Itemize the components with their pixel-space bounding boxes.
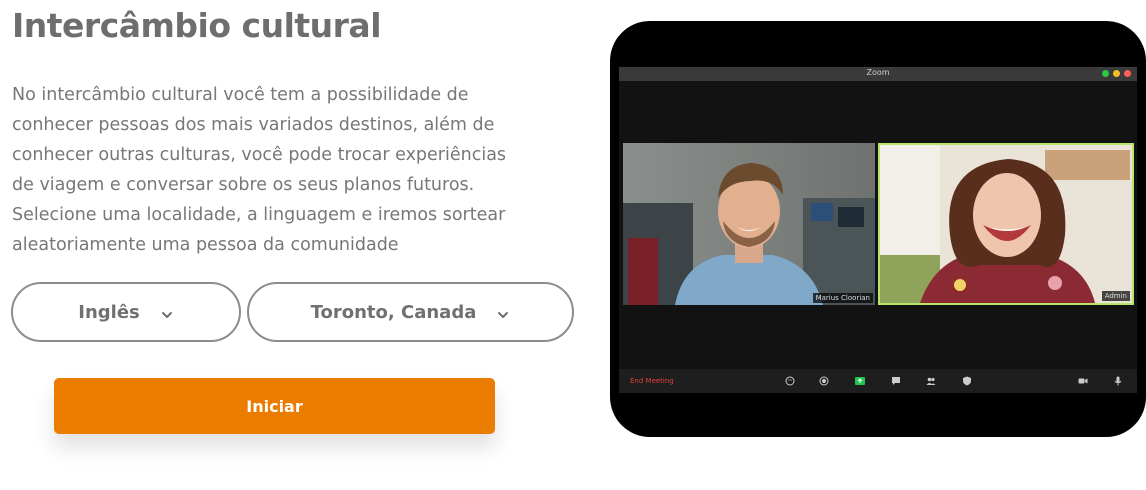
start-button[interactable]: Iniciar <box>54 378 495 434</box>
window-controls <box>1102 70 1131 77</box>
participant-video-right: Admin <box>878 143 1134 305</box>
location-select-value: Toronto, Canada <box>310 301 477 323</box>
chat-icon[interactable] <box>891 376 901 386</box>
window-title: Zoom <box>866 68 890 77</box>
video-camera-icon[interactable] <box>1078 376 1088 386</box>
location-select[interactable]: Toronto, Canada <box>247 282 574 342</box>
woman-video-image <box>880 145 1132 303</box>
description-line: No intercâmbio cultural você tem a possi… <box>12 85 469 105</box>
reactions-icon[interactable] <box>785 376 795 386</box>
section-title: Intercâmbio cultural <box>12 6 382 45</box>
call-toolbar: End Meeting <box>619 369 1137 393</box>
video-call-window: Zoom Marius Cloorian Admin End Meeting <box>619 67 1137 393</box>
description-line: Selecione uma localidade, a linguagem e … <box>12 205 506 225</box>
chevron-down-icon <box>498 312 509 318</box>
tablet-mockup: Zoom Marius Cloorian Admin End Meeting <box>610 21 1146 437</box>
man-video-image <box>623 143 875 305</box>
minimize-icon <box>1113 70 1120 77</box>
language-select-value: Inglês <box>78 301 140 323</box>
close-icon <box>1124 70 1131 77</box>
participants-icon[interactable] <box>926 376 936 386</box>
participant-video-left: Marius Cloorian <box>623 143 875 305</box>
language-select[interactable]: Inglês <box>11 282 241 342</box>
description-line: conhecer outras culturas, você pode troc… <box>12 145 507 165</box>
microphone-icon[interactable] <box>1113 376 1123 386</box>
window-titlebar: Zoom <box>619 67 1137 81</box>
participant-name-label: Marius Cloorian <box>812 293 873 303</box>
share-screen-icon[interactable] <box>855 376 865 386</box>
section-description: No intercâmbio cultural você tem a possi… <box>12 80 582 260</box>
end-meeting-button[interactable]: End Meeting <box>630 377 674 385</box>
participant-name-label: Admin <box>1101 291 1130 301</box>
description-line: aleatoriamente uma pessoa da comunidade <box>12 235 399 255</box>
description-line: de viagem e conversar sobre os seus plan… <box>12 175 475 195</box>
description-line: conhecer pessoas dos mais variados desti… <box>12 115 495 135</box>
record-icon[interactable] <box>819 376 829 386</box>
security-icon[interactable] <box>962 376 972 386</box>
chevron-down-icon <box>161 312 172 318</box>
maximize-icon <box>1102 70 1109 77</box>
